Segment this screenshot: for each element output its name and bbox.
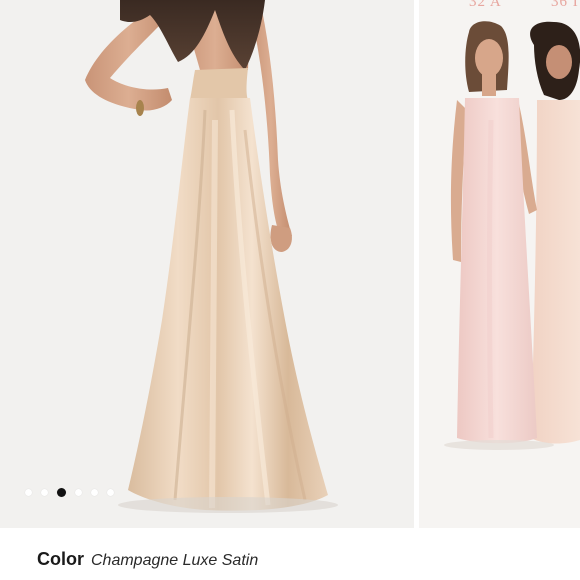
carousel-dot[interactable] bbox=[41, 488, 48, 496]
carousel-dot[interactable] bbox=[107, 488, 114, 496]
color-label: Color bbox=[37, 549, 84, 569]
bridesmaids-photo bbox=[444, 21, 580, 450]
carousel-dot[interactable] bbox=[75, 488, 82, 496]
carousel-pagination bbox=[25, 486, 114, 498]
carousel-dot[interactable] bbox=[25, 488, 32, 496]
product-image-gallery[interactable]: 32 A 36 I bbox=[0, 0, 580, 528]
gallery-slide-next[interactable]: 32 A 36 I bbox=[419, 0, 580, 528]
carousel-dot-active[interactable] bbox=[57, 487, 66, 497]
carousel-dot[interactable] bbox=[91, 488, 98, 496]
champagne-gown-photo bbox=[85, 0, 338, 513]
color-value: Champagne Luxe Satin bbox=[91, 552, 259, 569]
gallery-slide-main[interactable] bbox=[0, 0, 414, 528]
color-selection-row: Color Champagne Luxe Satin bbox=[37, 549, 258, 570]
